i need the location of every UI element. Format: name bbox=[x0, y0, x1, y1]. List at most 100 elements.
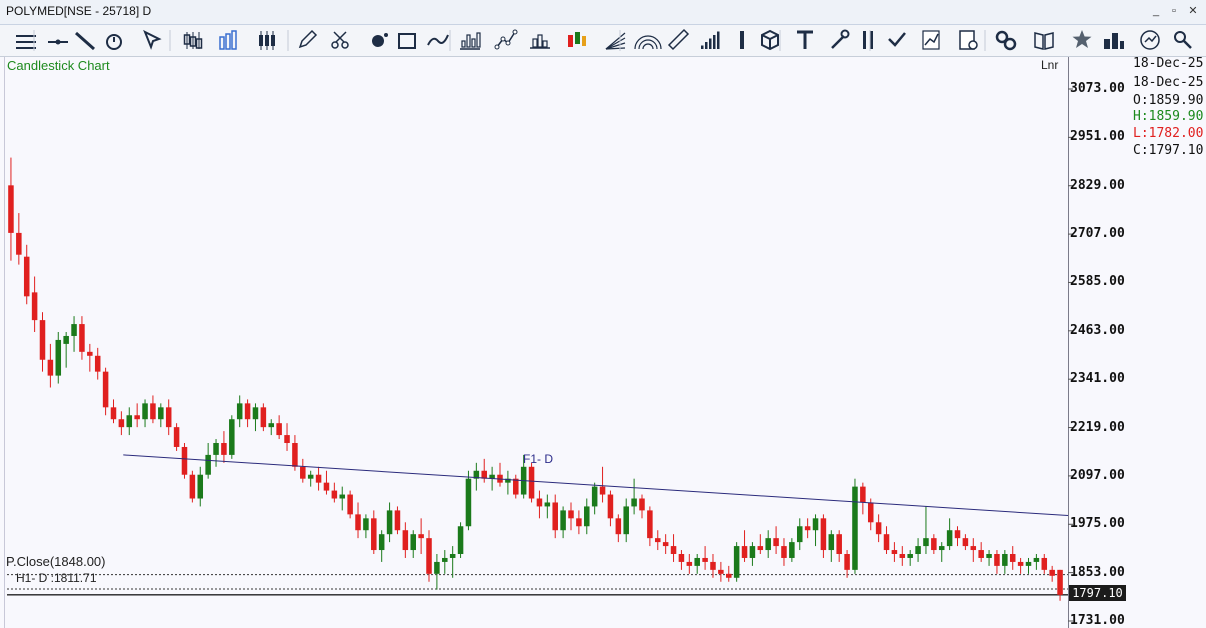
candle-body bbox=[907, 554, 913, 558]
candle-body bbox=[94, 355, 101, 372]
candle-body bbox=[544, 502, 551, 507]
candle-body bbox=[118, 419, 125, 428]
candle-body bbox=[994, 554, 1000, 566]
candle-body bbox=[820, 518, 827, 551]
scale-mode-label[interactable]: Lnr bbox=[1041, 58, 1058, 72]
candle-body bbox=[584, 506, 590, 527]
candle-body bbox=[31, 292, 38, 321]
candle-body bbox=[639, 498, 645, 511]
candle-body bbox=[560, 510, 566, 531]
candle-body bbox=[394, 510, 401, 531]
candle-body bbox=[631, 498, 637, 507]
candle-body bbox=[986, 554, 992, 558]
candle-body bbox=[79, 324, 85, 352]
candle-body bbox=[426, 538, 432, 574]
candle-body bbox=[16, 232, 22, 255]
candle-body bbox=[923, 538, 929, 547]
candle-body bbox=[55, 339, 62, 376]
candle-body bbox=[678, 554, 685, 562]
candle-body bbox=[8, 185, 14, 233]
candle-body bbox=[623, 506, 629, 535]
prev-close-label: P.Close(1848.00) bbox=[6, 554, 106, 569]
candle-body bbox=[757, 546, 764, 551]
candle-body bbox=[229, 419, 235, 455]
candle-body bbox=[536, 498, 543, 507]
candle-body bbox=[1002, 554, 1008, 566]
candle-body bbox=[102, 371, 109, 408]
candle-body bbox=[781, 546, 787, 558]
candle-body bbox=[804, 526, 811, 531]
candle-body bbox=[946, 530, 953, 547]
candle-body bbox=[655, 538, 661, 543]
candle-body bbox=[931, 538, 937, 551]
candle-body bbox=[173, 427, 180, 447]
y-tick-label: 2951.00 bbox=[1070, 129, 1125, 145]
candle-body bbox=[591, 486, 598, 507]
y-tick-label: 2585.00 bbox=[1070, 274, 1125, 290]
candle-body bbox=[23, 256, 30, 297]
candle-body bbox=[457, 526, 464, 555]
candle-body bbox=[181, 446, 188, 475]
info-open: O:1859.90 bbox=[1133, 93, 1204, 108]
candle-body bbox=[749, 546, 756, 558]
candle-body bbox=[875, 522, 882, 535]
candle-body bbox=[87, 351, 93, 356]
candle-body bbox=[371, 518, 377, 551]
y-tick-label: 2463.00 bbox=[1070, 322, 1125, 338]
candle-body bbox=[244, 403, 251, 420]
y-tick-label: 1853.00 bbox=[1070, 564, 1125, 580]
candle-body bbox=[465, 478, 472, 527]
candle-body bbox=[741, 546, 748, 558]
candle-body bbox=[1017, 561, 1024, 566]
info-date-1: 18-Dec-25 bbox=[1133, 56, 1204, 71]
candle-body bbox=[576, 518, 582, 527]
candle-body bbox=[197, 474, 204, 499]
candle-body bbox=[1033, 557, 1040, 562]
candle-body bbox=[260, 407, 267, 428]
candle-body bbox=[773, 538, 779, 547]
candle-body bbox=[615, 518, 622, 535]
candle-body bbox=[647, 510, 653, 539]
candle-body bbox=[165, 407, 172, 428]
candle-body bbox=[236, 403, 243, 420]
candle-body bbox=[323, 482, 330, 491]
candle-body bbox=[867, 502, 874, 523]
candle-body bbox=[513, 478, 519, 495]
candle-body bbox=[402, 530, 409, 551]
candle-body bbox=[718, 569, 724, 574]
candle-body bbox=[891, 550, 898, 555]
candlestick-plot[interactable] bbox=[0, 0, 1206, 628]
candle-body bbox=[710, 561, 716, 570]
info-close: C:1797.10 bbox=[1133, 143, 1204, 158]
info-low: L:1782.00 bbox=[1133, 126, 1204, 141]
candle-body bbox=[883, 534, 890, 551]
candle-body bbox=[378, 534, 385, 551]
candle-body bbox=[300, 466, 306, 479]
candle-body bbox=[1049, 569, 1055, 576]
candle-body bbox=[150, 403, 156, 420]
candle-body bbox=[662, 542, 669, 547]
candle-body bbox=[670, 546, 677, 555]
candle-body bbox=[442, 557, 448, 562]
candle-body bbox=[725, 573, 732, 578]
candle-body bbox=[252, 407, 259, 420]
last-price-tag: 1797.10 bbox=[1069, 585, 1126, 601]
candle-body bbox=[938, 546, 945, 551]
candle-body bbox=[213, 443, 219, 455]
candle-body bbox=[134, 415, 140, 420]
candle-body bbox=[962, 538, 969, 547]
candle-body bbox=[47, 359, 54, 376]
candle-body bbox=[315, 474, 322, 483]
candle-body bbox=[899, 554, 906, 558]
candle-body bbox=[852, 486, 858, 570]
y-tick-label: 2707.00 bbox=[1070, 226, 1125, 242]
y-tick-label: 3073.00 bbox=[1070, 81, 1125, 96]
candle-body bbox=[410, 534, 416, 551]
candle-body bbox=[528, 466, 535, 499]
candle-body bbox=[694, 557, 700, 566]
candle-body bbox=[1041, 557, 1048, 570]
y-tick-label: 2219.00 bbox=[1070, 419, 1125, 435]
candle-body bbox=[355, 514, 361, 531]
candle-body bbox=[418, 534, 424, 539]
candle-body bbox=[292, 443, 298, 467]
